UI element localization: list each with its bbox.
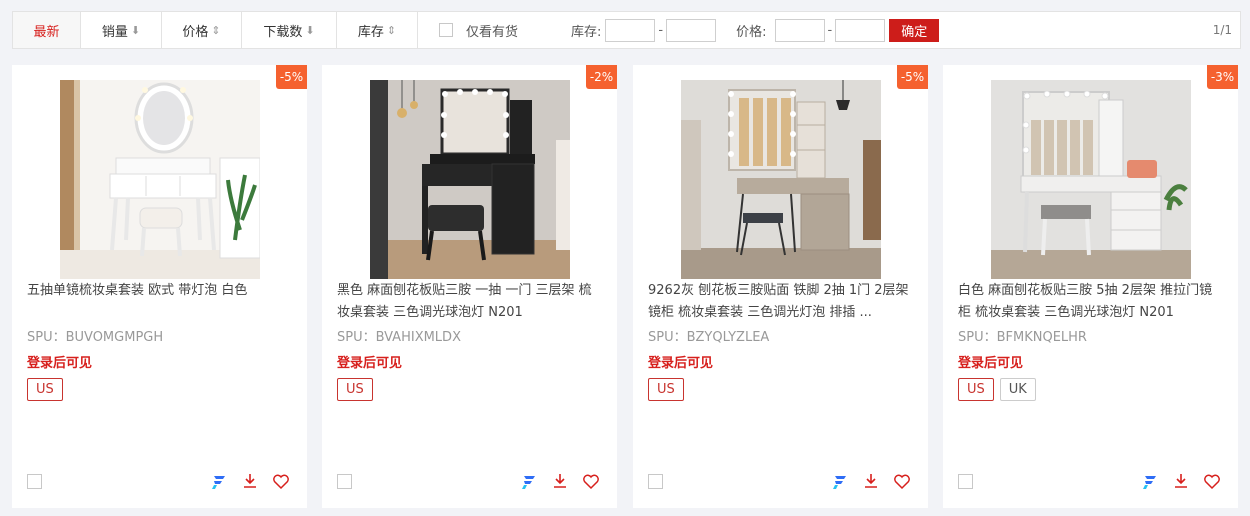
- sort-filter-bar: 最新 销量 ⬇ 价格 ⇕ 下载数 ⬇ 库存 ⇕ 仅看有货 库存: - 价格: - 确定 …: [12, 11, 1241, 49]
- price-login-notice: 登录后可见: [337, 356, 403, 371]
- favorite-heart-icon[interactable]: [272, 472, 290, 490]
- product-spu: SPU：BUVOMGMPGH: [27, 330, 164, 345]
- download-icon[interactable]: [551, 472, 569, 490]
- product-card[interactable]: -5% 9262灰 刨花板三胺贴面 铁脚 2抽 1门 2层架 镜柜 梳妆桌套装 …: [633, 65, 928, 508]
- region-tags: US: [27, 378, 63, 401]
- arrow-down-icon: ⬇: [305, 23, 315, 37]
- sort-downloads-label: 下载数: [263, 24, 303, 40]
- sort-sales-tab[interactable]: 销量 ⬇: [81, 12, 162, 48]
- download-icon[interactable]: [241, 472, 259, 490]
- product-card[interactable]: -2% 黑色 麻面刨花板贴三胺 一抽 一门 三层架 梳妆桌套装 三色调光球泡灯 …: [322, 65, 617, 508]
- product-image[interactable]: [60, 80, 260, 279]
- stock-min-input[interactable]: [605, 18, 656, 42]
- sort-stock-label: 库存: [357, 24, 384, 40]
- discount-badge: -5%: [276, 65, 307, 89]
- product-card[interactable]: -5% 五抽单镜梳妆桌套装 欧式 带灯泡 白色 SPU：BUVOMGMPGH 登…: [12, 65, 307, 508]
- stock-max-input[interactable]: [666, 18, 717, 42]
- favorite-heart-icon[interactable]: [1203, 472, 1221, 490]
- brand-f-icon[interactable]: [1141, 472, 1159, 490]
- range-dash: -: [827, 22, 833, 38]
- sort-price-label: 价格: [182, 24, 209, 40]
- brand-f-icon[interactable]: [520, 472, 538, 490]
- region-tags: US: [648, 378, 684, 401]
- brand-f-icon[interactable]: [831, 472, 849, 490]
- download-icon[interactable]: [1172, 472, 1190, 490]
- product-title[interactable]: 黑色 麻面刨花板贴三胺 一抽 一门 三层架 梳妆桌套装 三色调光球泡灯 N201: [337, 280, 602, 324]
- product-spu: SPU：BZYQLYZLEA: [648, 330, 770, 345]
- page-indicator: 1/1: [1212, 23, 1232, 37]
- favorite-heart-icon[interactable]: [582, 472, 600, 490]
- select-product-checkbox[interactable]: [27, 474, 42, 489]
- select-product-checkbox[interactable]: [337, 474, 352, 489]
- select-product-checkbox[interactable]: [648, 474, 663, 489]
- sort-newest-label: 最新: [33, 24, 60, 40]
- region-tag: US: [27, 378, 63, 401]
- in-stock-only-toggle[interactable]: 仅看有货: [439, 21, 518, 40]
- price-min-input[interactable]: [774, 18, 825, 42]
- product-title[interactable]: 9262灰 刨花板三胺贴面 铁脚 2抽 1门 2层架 镜柜 梳妆桌套装 三色调光…: [648, 280, 913, 324]
- product-title[interactable]: 五抽单镜梳妆桌套装 欧式 带灯泡 白色: [27, 280, 292, 302]
- card-actions: [210, 472, 290, 490]
- in-stock-label: 仅看有货: [466, 24, 519, 40]
- product-image[interactable]: [370, 80, 570, 279]
- product-card[interactable]: -3% 白色 麻面刨花板贴三胺 5抽 2层架 推拉门镜柜 梳妆桌套装 三色调光球…: [943, 65, 1238, 508]
- card-actions: [831, 472, 911, 490]
- stock-range: 库存: -: [571, 18, 717, 42]
- sort-newest-tab[interactable]: 最新: [13, 12, 81, 48]
- card-actions: [520, 472, 600, 490]
- region-tags: US: [337, 378, 373, 401]
- product-title[interactable]: 白色 麻面刨花板贴三胺 5抽 2层架 推拉门镜柜 梳妆桌套装 三色调光球泡灯 N…: [958, 280, 1223, 324]
- sort-updown-icon: ⇕: [386, 23, 397, 37]
- sort-downloads-tab[interactable]: 下载数 ⬇: [242, 12, 337, 48]
- region-tag: US: [958, 378, 994, 401]
- arrow-down-icon: ⬇: [130, 23, 141, 37]
- range-dash: -: [658, 22, 664, 38]
- discount-badge: -2%: [586, 65, 617, 89]
- price-range-label: 价格:: [736, 24, 767, 40]
- sort-stock-tab[interactable]: 库存 ⇕: [337, 12, 418, 48]
- sort-updown-icon: ⇕: [211, 23, 221, 37]
- region-tags: US UK: [958, 378, 1036, 401]
- price-login-notice: 登录后可见: [958, 356, 1024, 371]
- sort-sales-label: 销量: [101, 24, 128, 40]
- price-max-input[interactable]: [835, 18, 886, 42]
- confirm-filter-button[interactable]: 确定: [889, 18, 940, 42]
- download-icon[interactable]: [862, 472, 880, 490]
- product-image[interactable]: [991, 80, 1191, 279]
- product-spu: SPU：BVAHIXMLDX: [337, 330, 461, 345]
- product-image[interactable]: [681, 80, 881, 279]
- card-actions: [1141, 472, 1221, 490]
- region-tag: US: [337, 378, 373, 401]
- in-stock-checkbox[interactable]: [439, 23, 453, 37]
- brand-f-icon[interactable]: [210, 472, 228, 490]
- discount-badge: -5%: [897, 65, 928, 89]
- stock-range-label: 库存:: [571, 24, 602, 40]
- region-tag: UK: [999, 378, 1036, 401]
- sort-price-tab[interactable]: 价格 ⇕: [162, 12, 242, 48]
- discount-badge: -3%: [1207, 65, 1238, 89]
- select-product-checkbox[interactable]: [958, 474, 973, 489]
- price-login-notice: 登录后可见: [648, 356, 714, 371]
- price-login-notice: 登录后可见: [27, 356, 93, 371]
- product-spu: SPU：BFMKNQELHR: [958, 330, 1087, 345]
- region-tag: US: [648, 378, 684, 401]
- price-range: 价格: - 确定: [736, 18, 940, 42]
- favorite-heart-icon[interactable]: [893, 472, 911, 490]
